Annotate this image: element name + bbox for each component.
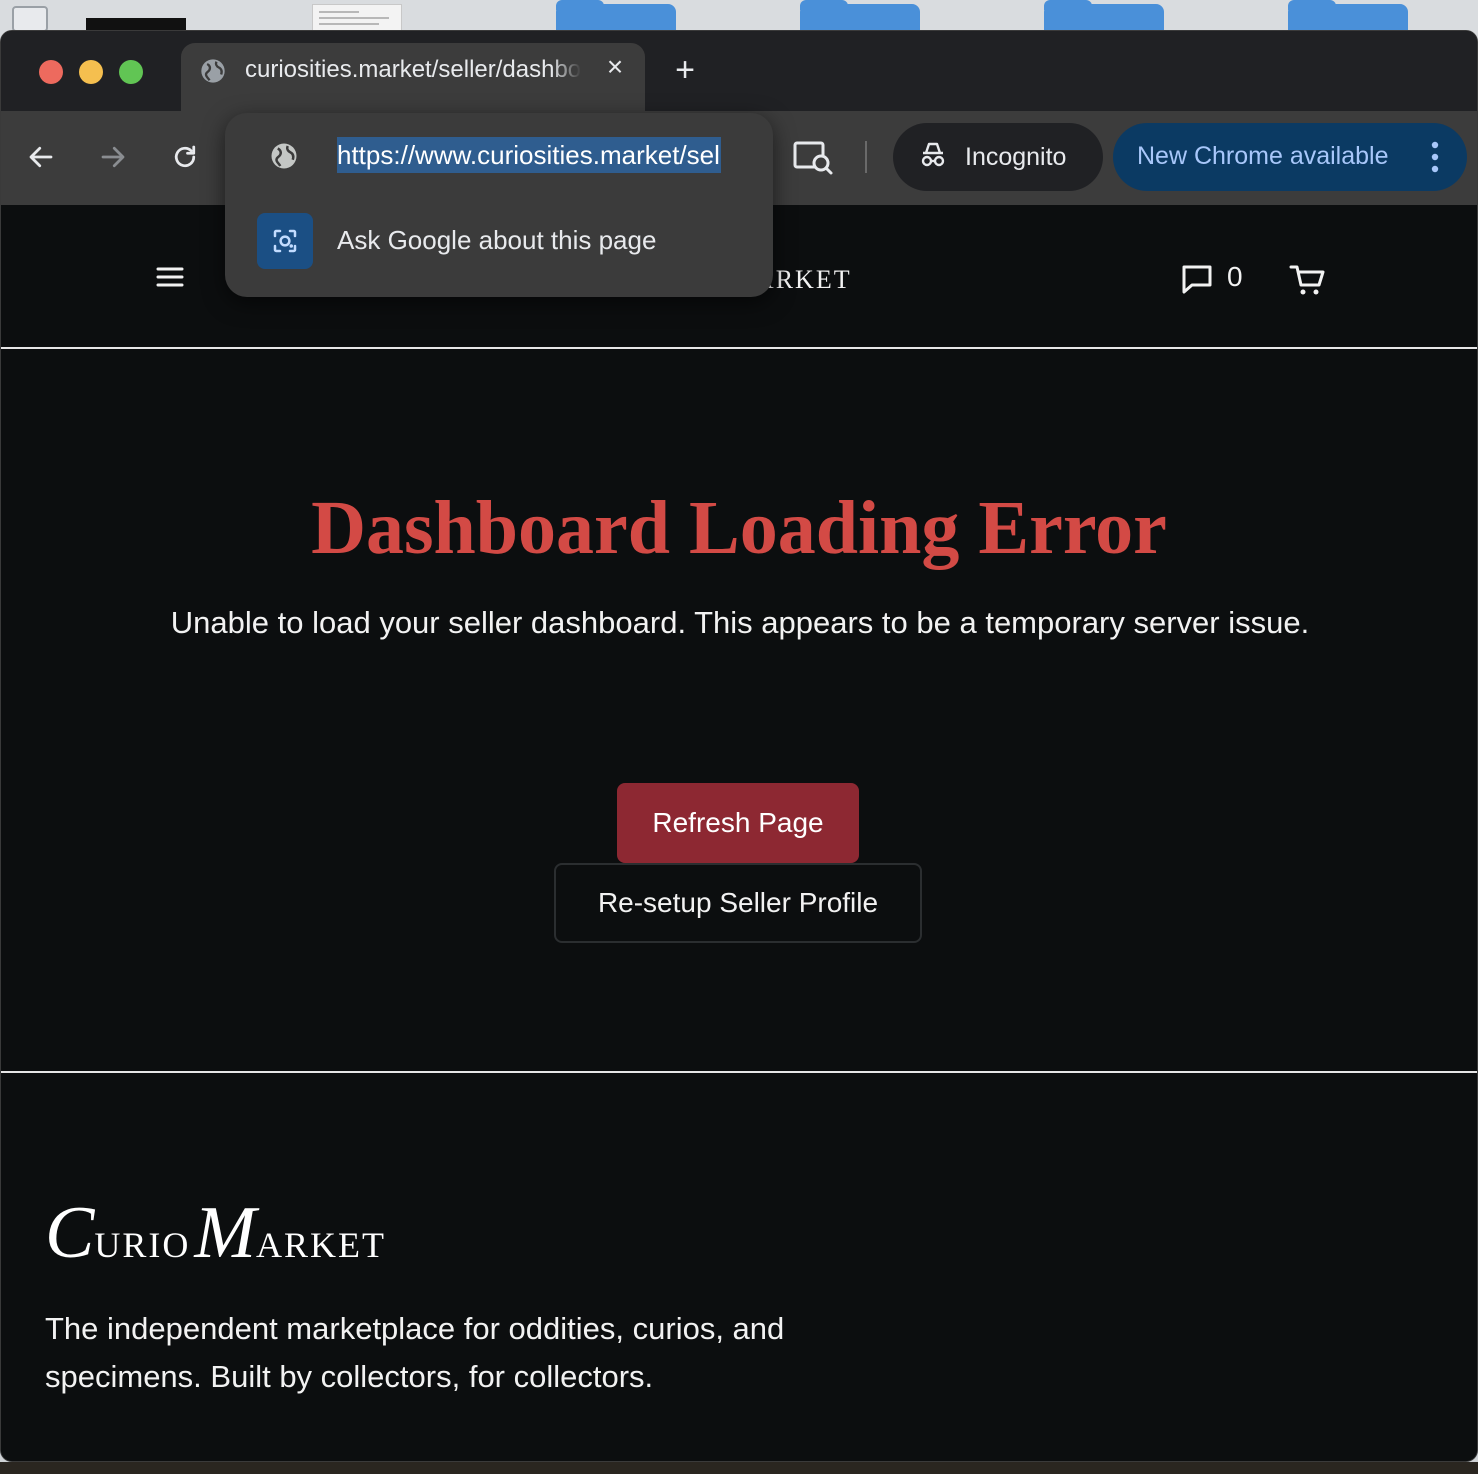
globe-icon — [201, 59, 225, 83]
page-content: CURIO MARKET 0 Dashboard Loading Error U… — [1, 205, 1477, 1461]
hamburger-icon[interactable] — [153, 263, 187, 291]
window-minimize-button[interactable] — [79, 60, 103, 84]
omnibox-dropdown: https://www.curiosities.market/seller/da… — [225, 113, 773, 297]
cart-icon[interactable] — [1287, 259, 1327, 299]
forward-arrow-icon — [101, 146, 125, 168]
site-footer: CURIO MARKET The independent marketplace… — [1, 1075, 1477, 1461]
more-vert-icon[interactable] — [1421, 137, 1449, 177]
update-label: New Chrome available — [1137, 142, 1389, 170]
tab-strip: curiosities.market/seller/dashboard × + — [1, 31, 1477, 111]
address-bar-input[interactable]: https://www.curiosities.market/seller/da… — [337, 137, 721, 173]
footer-tagline: The independent marketplace for oddities… — [45, 1311, 785, 1394]
forward-button[interactable] — [91, 135, 135, 179]
incognito-label: Incognito — [965, 143, 1067, 171]
desktop-wallpaper-strip — [0, 1462, 1478, 1474]
footer-logo-arket: ARKET — [256, 1225, 387, 1265]
new-tab-button[interactable]: + — [665, 51, 705, 91]
footer-logo: CURIO MARKET — [45, 1191, 386, 1276]
ask-google-label: Ask Google about this page — [337, 225, 657, 255]
ask-google-suggestion[interactable]: Ask Google about this page — [225, 213, 773, 277]
incognito-chip[interactable]: Incognito — [893, 123, 1103, 191]
back-arrow-icon — [29, 146, 53, 168]
window-close-button[interactable] — [39, 60, 63, 84]
footer-logo-c: C — [45, 1192, 95, 1274]
back-button[interactable] — [19, 135, 63, 179]
reload-button[interactable] — [163, 135, 207, 179]
message-icon[interactable] — [1179, 261, 1215, 297]
browser-tab-active[interactable]: curiosities.market/seller/dashboard × — [181, 43, 645, 111]
window-zoom-button[interactable] — [119, 60, 143, 84]
error-title: Dashboard Loading Error — [311, 486, 1167, 570]
footer-logo-urio: URIO — [94, 1225, 191, 1265]
reload-icon — [174, 145, 196, 168]
error-panel: Dashboard Loading Error Unable to load y… — [1, 351, 1477, 1073]
toolbar-divider — [865, 141, 867, 173]
refresh-page-button[interactable]: Refresh Page — [617, 783, 859, 863]
footer-logo-m: M — [194, 1192, 257, 1274]
lens-search-icon — [257, 213, 313, 269]
incognito-icon — [921, 142, 945, 167]
new-chrome-available-button[interactable]: New Chrome available — [1113, 123, 1467, 191]
desktop-stack-icon — [12, 6, 48, 32]
message-count: 0 — [1227, 261, 1243, 292]
globe-icon — [271, 143, 297, 169]
tab-close-icon[interactable]: × — [599, 51, 631, 83]
tab-title: curiosities.market/seller/dashboard — [245, 56, 581, 84]
browser-window: curiosities.market/seller/dashboard × + — [0, 30, 1478, 1462]
google-lens-icon[interactable] — [791, 137, 835, 177]
error-message: Unable to load your seller dashboard. Th… — [170, 605, 1310, 640]
resetup-seller-profile-button[interactable]: Re-setup Seller Profile — [554, 863, 922, 943]
